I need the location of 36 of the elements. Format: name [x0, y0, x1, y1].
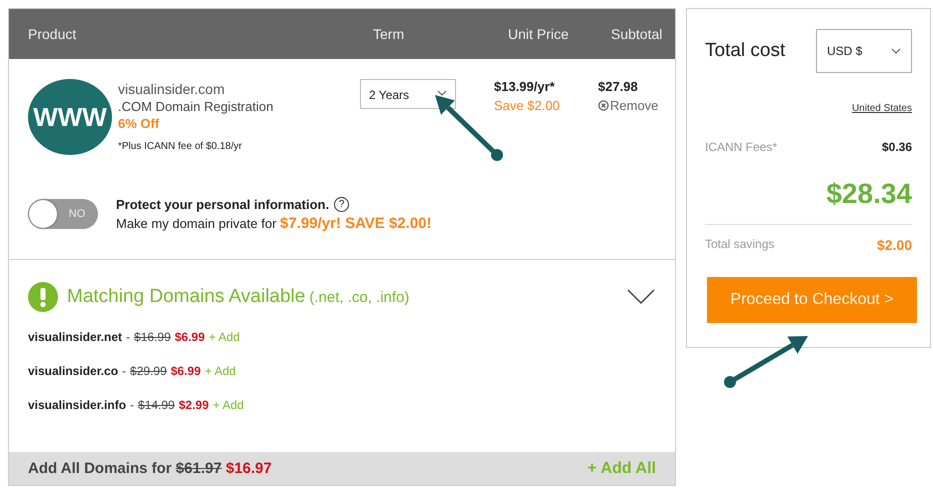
total-amount: $28.34	[826, 178, 912, 211]
country-link[interactable]: United States	[852, 103, 912, 114]
savings-label: Total savings	[705, 237, 774, 253]
chevron-icon	[891, 46, 901, 56]
unit-price: $13.99/yr*	[494, 79, 556, 94]
privacy-offer-text: Make my domain private for $7.99/yr! SAVE $2.00!	[116, 214, 432, 232]
chevron-icon[interactable]	[627, 289, 655, 305]
savings-value: $2.00	[876, 237, 912, 253]
domain-name: visualinsider.com	[118, 81, 226, 97]
unit-savings: Save $2.00	[494, 98, 561, 113]
www-logo: WWW	[28, 79, 112, 155]
alert-icon	[28, 282, 58, 312]
column-header: Subtotal	[611, 26, 664, 42]
close-icon	[598, 100, 609, 111]
currency-dropdown[interactable]: USD $	[816, 29, 912, 73]
summary-title: Total cost	[705, 40, 786, 62]
column-header: Term	[373, 26, 406, 42]
privacy-title: Protect your personal information.	[116, 196, 330, 212]
section-title: Matching Domains Available	[67, 286, 306, 308]
add-all-text: Add All Domains for $61.97 $16.97	[28, 460, 272, 477]
discount-label: 6% Off	[118, 116, 160, 131]
help-icon[interactable]: ?	[334, 196, 350, 212]
tld-list: (.net, .co, .info)	[309, 288, 410, 306]
domain-offer: visualinsider.info - $14.99 $2.99 + Add	[28, 398, 245, 412]
domain-offer: visualinsider.net - $16.99 $6.99 + Add	[28, 330, 241, 344]
domain-offer: visualinsider.co - $29.99 $6.99 + Add	[28, 364, 237, 378]
product-description: .COM Domain Registration	[118, 99, 274, 114]
fees-value: $0.36	[882, 140, 912, 154]
fees-label: ICANN Fees*	[705, 140, 778, 154]
remove-link[interactable]: Remove	[598, 98, 658, 113]
column-header: Product	[28, 26, 78, 42]
fee-note: *Plus ICANN fee of $0.18/yr	[118, 141, 243, 152]
chevron-icon	[437, 88, 447, 98]
subtotal: $27.98	[598, 79, 639, 94]
column-header: Unit Price	[508, 26, 570, 42]
term-dropdown[interactable]: 2 Years	[360, 79, 456, 109]
